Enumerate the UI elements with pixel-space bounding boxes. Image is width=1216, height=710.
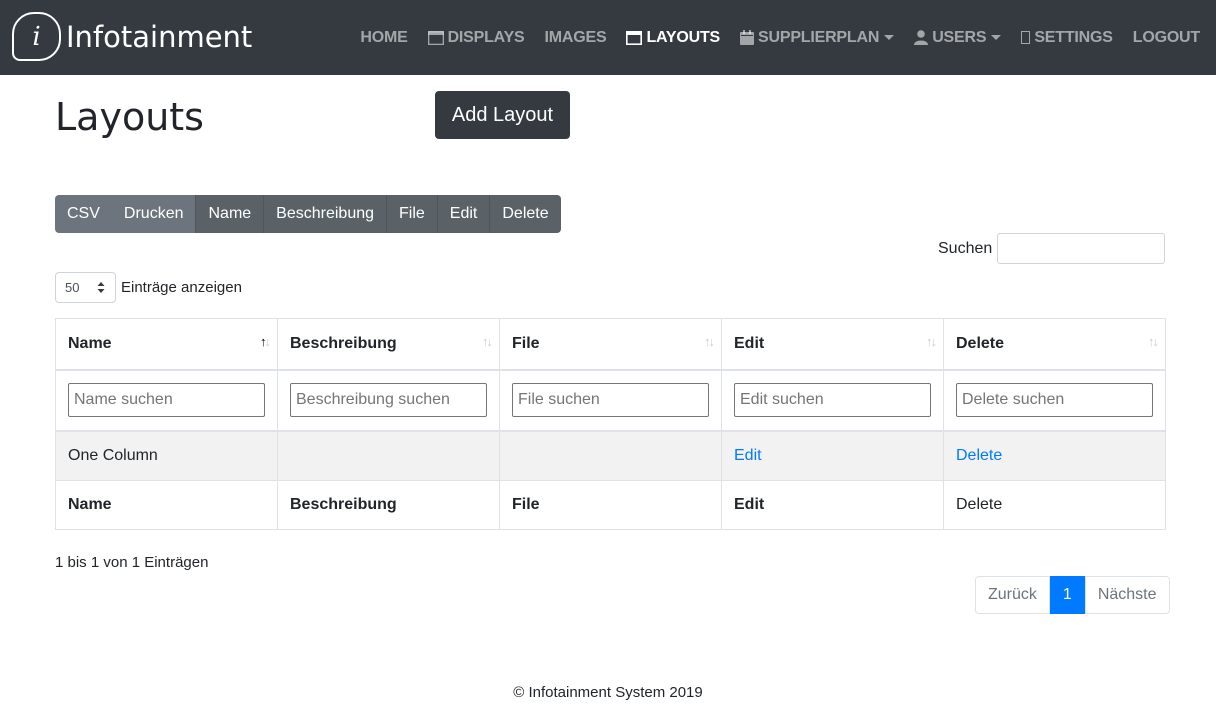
cell-name: One Column [55,430,278,481]
column-header-label: Delete [956,334,1005,352]
nav-displays[interactable]: DISPLAYS [427,28,525,47]
column-header-beschreibung[interactable]: Beschreibung ↑↓ [277,318,500,371]
nav-layouts[interactable]: LAYOUTS [626,29,720,47]
filter-cell: Name suchen [55,369,278,432]
column-header-delete[interactable]: Delete ↑↓ [943,318,1166,371]
brand-name: Infotainment [66,19,253,54]
entries-per-page-value: 50 [65,280,80,295]
table-toolbar: CSV Drucken Name Beschreibung File Edit … [55,195,561,233]
chevron-down-icon [991,35,1002,40]
nav-logout[interactable]: LOGOUT [1133,29,1200,47]
nav-supplierplan[interactable]: SUPPLIERPLAN [740,28,895,47]
sort-icon: ↑↓ [704,334,715,349]
layouts-table: Name ↑↓ Beschreibung ↑↓ File ↑↓ Edit ↑↓ … [55,318,1166,530]
beschreibung-filter-input[interactable]: Beschreibung suchen [290,383,487,417]
nav-layouts-label: LAYOUTS [646,28,721,46]
sort-icon: ↑↓ [482,334,493,349]
filter-cell: Delete suchen [943,369,1166,432]
search-input[interactable] [997,233,1165,264]
window-icon [427,30,444,45]
next-page-button[interactable]: Nächste [1084,576,1170,614]
nav-home-label: HOME [360,28,408,46]
column-header-file[interactable]: File ↑↓ [499,318,722,371]
edit-filter-input[interactable]: Edit suchen [734,383,931,417]
nav-displays-label: DISPLAYS [447,28,525,46]
chevron-down-icon [884,35,895,40]
edit-link[interactable]: Edit [734,447,762,464]
page-1-button[interactable]: 1 [1049,576,1085,614]
cell-edit: Edit [721,430,944,481]
nav-users-label: USERS [932,28,987,46]
entries-per-page-select[interactable]: 50 [55,272,116,303]
window-icon [626,30,643,45]
main-nav: HOME DISPLAYS IMAGES LAYOUTS SUPPLIERPLA… [340,0,1200,75]
toggle-column-file[interactable]: File [386,195,437,233]
table-info: 1 bis 1 von 1 Einträgen [55,554,209,571]
footer-delete: Delete [943,480,1166,530]
footer-edit: Edit [721,480,944,530]
page-title: Layouts [55,95,204,139]
file-filter-input[interactable]: File suchen [512,383,709,417]
filter-cell: Beschreibung suchen [277,369,500,432]
column-header-label: Edit [734,334,765,352]
column-header-label: File [512,334,540,352]
brand[interactable]: i Infotainment [12,12,252,61]
nav-images[interactable]: IMAGES [545,29,607,47]
top-navbar: i Infotainment HOME DISPLAYS IMAGES LAYO… [0,0,1216,75]
nav-settings-label: SETTINGS [1034,28,1113,46]
search-label: Suchen [938,240,993,257]
sort-icon: ↑↓ [260,334,271,349]
column-header-edit[interactable]: Edit ↑↓ [721,318,944,371]
nav-images-label: IMAGES [544,28,607,46]
print-button[interactable]: Drucken [111,195,196,233]
cell-file [499,430,722,481]
toggle-column-name[interactable]: Name [195,195,264,233]
entries-per-page-label: Einträge anzeigen [121,279,242,296]
footer-file: File [499,480,722,530]
select-arrows-icon [97,281,105,297]
nav-logout-label: LOGOUT [1132,28,1200,46]
column-header-label: Name [68,334,112,352]
settings-icon [1021,31,1031,44]
column-header-name[interactable]: Name ↑↓ [55,318,278,371]
footer-beschreibung: Beschreibung [277,480,500,530]
csv-button[interactable]: CSV [55,195,112,233]
table-footer-row: Name Beschreibung File Edit Delete [55,480,1166,530]
nav-supplierplan-label: SUPPLIERPLAN [758,28,880,46]
pagination: Zurück 1 Nächste [975,576,1170,614]
nav-users[interactable]: USERS [914,28,1002,47]
add-layout-button[interactable]: Add Layout [435,91,570,139]
nav-settings[interactable]: SETTINGS [1021,28,1113,47]
filter-cell: Edit suchen [721,369,944,432]
delete-link[interactable]: Delete [956,447,1002,464]
sort-icon: ↑↓ [926,334,937,349]
column-header-label: Beschreibung [290,334,397,352]
toggle-column-beschreibung[interactable]: Beschreibung [263,195,387,233]
toggle-column-edit[interactable]: Edit [436,195,490,233]
table-row: One Column Edit Delete [55,430,1166,481]
footer-name: Name [55,480,278,530]
name-filter-input[interactable]: Name suchen [68,383,265,417]
sort-icon: ↑↓ [1148,334,1159,349]
page-footer: © Infotainment System 2019 [513,684,703,701]
filter-cell: File suchen [499,369,722,432]
delete-filter-input[interactable]: Delete suchen [956,383,1153,417]
cell-beschreibung [277,430,500,481]
cell-delete: Delete [943,430,1166,481]
calendar-icon [740,30,755,45]
toggle-column-delete[interactable]: Delete [489,195,561,233]
nav-home[interactable]: HOME [360,29,407,47]
user-icon [914,30,929,45]
info-logo-icon: i [12,12,61,61]
previous-page-button[interactable]: Zurück [975,576,1050,614]
